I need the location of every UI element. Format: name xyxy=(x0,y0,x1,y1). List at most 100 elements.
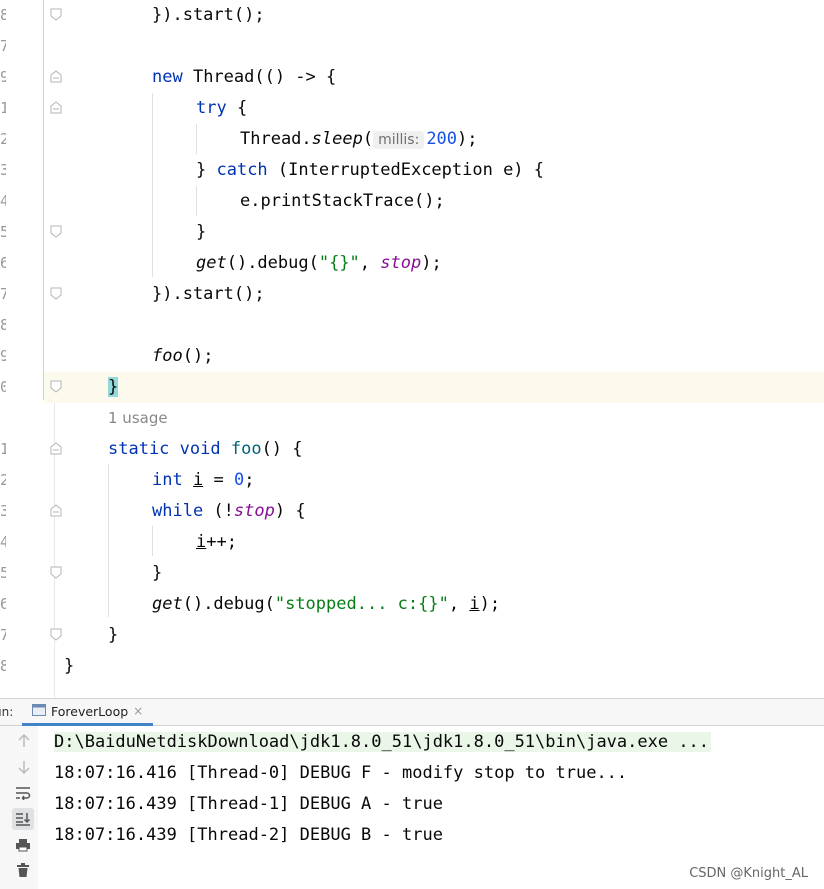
line-number: 7 xyxy=(0,37,6,55)
close-icon[interactable]: × xyxy=(133,704,143,718)
code-token: e.printStackTrace(); xyxy=(240,191,445,211)
fold-end-icon[interactable] xyxy=(50,287,62,300)
code-line[interactable]: 1 static void foo() { xyxy=(0,434,824,465)
console-line[interactable]: 18:07:16.416 [Thread-0] DEBUG F - modify… xyxy=(54,758,627,789)
run-tab-title: ForeverLoop xyxy=(51,703,129,719)
code-line[interactable]: 2 int i = 0; xyxy=(0,465,824,496)
keyword-token: static void xyxy=(108,439,221,459)
code-line[interactable]: 3 while (!stop) { xyxy=(0,496,824,527)
code-line[interactable]: 7 }).start(); xyxy=(0,279,824,310)
fold-start-icon[interactable] xyxy=(50,70,62,83)
code-token: Thread(() -> { xyxy=(182,67,337,87)
code-line[interactable]: 8 }).start(); xyxy=(0,0,824,31)
fold-end-icon[interactable] xyxy=(50,8,62,21)
scroll-to-end-icon[interactable] xyxy=(12,808,34,830)
code-text: get().debug("stopped... c:{}", i); xyxy=(152,589,500,620)
code-token: (InterruptedException e) { xyxy=(267,160,545,180)
fold-end-icon[interactable] xyxy=(50,380,62,393)
code-text: new Thread(() -> { xyxy=(152,62,336,93)
current-line[interactable]: 0 } xyxy=(0,372,824,403)
line-number: 8 xyxy=(0,657,6,675)
code-line[interactable]: 2 Thread.sleep(millis: 200); xyxy=(0,124,824,155)
run-config-icon xyxy=(32,703,46,719)
fold-end-icon[interactable] xyxy=(50,225,62,238)
line-number: 5 xyxy=(0,564,6,582)
code-line[interactable]: 4 e.printStackTrace(); xyxy=(0,186,824,217)
code-line[interactable]: 5 } xyxy=(0,217,824,248)
print-icon[interactable] xyxy=(14,836,32,854)
variable-token: i xyxy=(196,532,207,552)
code-token: } xyxy=(196,160,217,180)
java-command-line[interactable]: D:\BaiduNetdiskDownload\jdk1.8.0_51\jdk1… xyxy=(54,732,712,752)
code-line[interactable]: 7 xyxy=(0,31,824,62)
fold-start-icon[interactable] xyxy=(50,101,62,114)
code-text: }).start(); xyxy=(152,0,265,31)
code-line[interactable]: 9 foo(); xyxy=(0,341,824,372)
console-output[interactable]: D:\BaiduNetdiskDownload\jdk1.8.0_51\jdk1… xyxy=(38,726,824,889)
fold-start-icon[interactable] xyxy=(50,504,62,517)
code-token: ().debug( xyxy=(226,253,319,273)
line-number: 9 xyxy=(0,347,6,365)
arrow-down-icon[interactable] xyxy=(15,758,33,776)
field-token: stop xyxy=(233,501,275,521)
arrow-up-icon[interactable] xyxy=(15,732,33,750)
code-token: { xyxy=(226,98,248,118)
line-number: 9 xyxy=(0,68,6,86)
keyword-token: try xyxy=(196,98,227,118)
code-text: Thread.sleep(millis: 200); xyxy=(240,124,478,155)
line-number: 7 xyxy=(0,285,6,303)
code-token: ); xyxy=(421,253,442,273)
code-line[interactable]: 4 i++; xyxy=(0,527,824,558)
line-number: 6 xyxy=(0,595,6,613)
code-line[interactable]: 5 } xyxy=(0,558,824,589)
code-text: } xyxy=(196,217,206,248)
string-token: "{}" xyxy=(318,253,360,273)
method-token: get xyxy=(152,594,183,614)
usage-hint-line[interactable]: 1 usage xyxy=(0,403,824,434)
fold-end-icon[interactable] xyxy=(50,628,62,641)
code-line[interactable]: 6 get().debug("{}", stop); xyxy=(0,248,824,279)
trash-icon[interactable] xyxy=(14,861,32,879)
matched-brace: } xyxy=(108,377,119,397)
code-editor[interactable]: 8 }).start(); 7 9 new Thread(() -> { 1 t… xyxy=(0,0,824,698)
code-text: } xyxy=(64,651,74,682)
code-token: (! xyxy=(203,501,234,521)
console-line[interactable]: 18:07:16.439 [Thread-2] DEBUG B - true xyxy=(54,820,443,851)
run-toolbar xyxy=(0,726,39,889)
soft-wrap-icon[interactable] xyxy=(14,784,32,802)
code-text: int i = 0; xyxy=(152,465,254,496)
number-token: 200 xyxy=(426,129,458,149)
code-line[interactable]: 8 } xyxy=(0,651,824,682)
code-text: e.printStackTrace(); xyxy=(240,186,445,217)
run-tab-foreverloop[interactable]: ForeverLoop × xyxy=(22,699,154,726)
code-token: ) { xyxy=(274,501,306,521)
fold-start-icon[interactable] xyxy=(50,442,62,455)
code-text: i++; xyxy=(196,527,237,558)
run-label: un: xyxy=(0,705,14,719)
line-number: 7 xyxy=(0,626,6,644)
code-line[interactable]: 6 get().debug("stopped... c:{}", i); xyxy=(0,589,824,620)
keyword-token: while xyxy=(152,501,204,521)
code-token: } xyxy=(196,222,207,242)
code-token: }).start(); xyxy=(152,284,265,304)
line-number: 1 xyxy=(0,99,6,117)
code-line[interactable]: 8 xyxy=(0,310,824,341)
console-line[interactable]: 18:07:16.439 [Thread-1] DEBUG A - true xyxy=(54,789,443,820)
code-line[interactable]: 3 } catch (InterruptedException e) { xyxy=(0,155,824,186)
code-token: ++; xyxy=(206,532,237,552)
code-line[interactable]: 9 new Thread(() -> { xyxy=(0,62,824,93)
code-text: try { xyxy=(196,93,247,124)
fold-end-icon[interactable] xyxy=(50,566,62,579)
variable-token: i xyxy=(192,470,204,490)
code-token: ( xyxy=(362,129,374,149)
usage-hint[interactable]: 1 usage xyxy=(108,409,168,427)
code-line[interactable]: 1 try { xyxy=(0,93,824,124)
console-line[interactable]: D:\BaiduNetdiskDownload\jdk1.8.0_51\jdk1… xyxy=(54,727,712,758)
code-token: }).start(); xyxy=(152,5,265,25)
code-text: foo(); xyxy=(152,341,213,372)
method-token: foo xyxy=(230,439,262,459)
line-number: 3 xyxy=(0,502,6,520)
method-token: sleep xyxy=(311,129,363,149)
code-line[interactable]: 7 } xyxy=(0,620,824,651)
code-text: } catch (InterruptedException e) { xyxy=(196,155,544,186)
